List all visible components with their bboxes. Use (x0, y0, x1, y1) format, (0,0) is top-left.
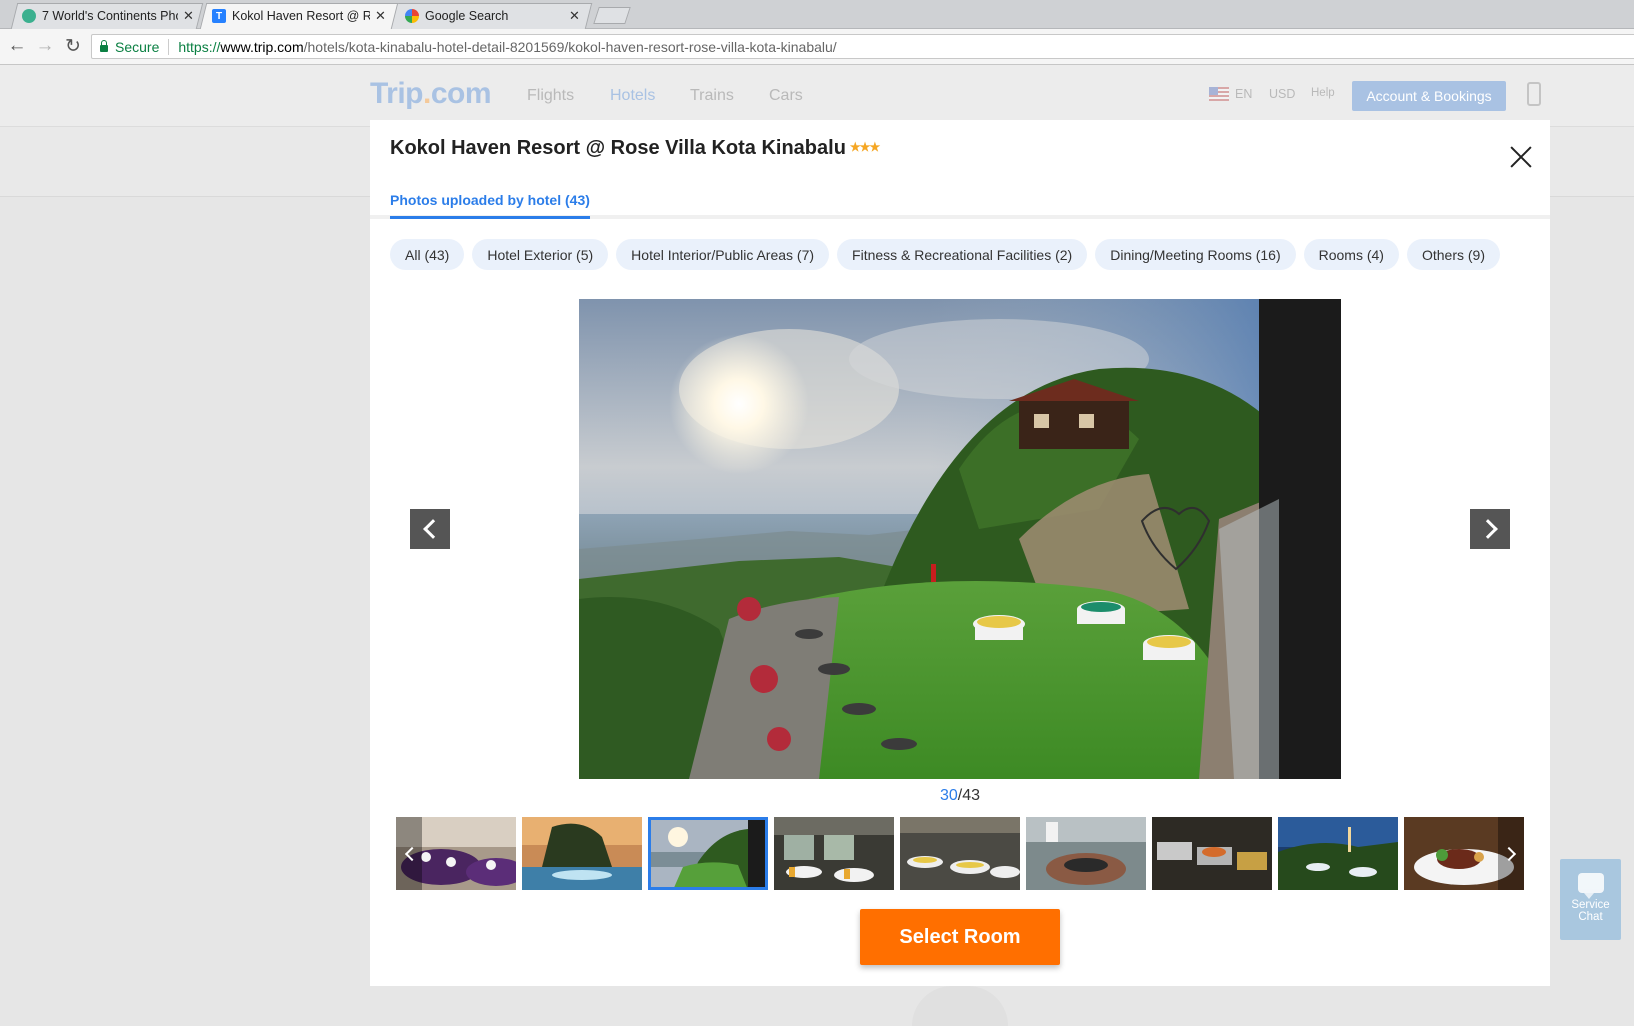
nav-cars[interactable]: Cars (769, 87, 803, 105)
thumbnail-strip (396, 815, 1524, 890)
service-chat-button[interactable]: Service Chat (1560, 859, 1621, 940)
close-icon[interactable] (1506, 142, 1536, 172)
url-scheme: https:// (178, 38, 221, 55)
thumbnail[interactable] (1152, 817, 1272, 890)
round-table-thumb (1026, 817, 1146, 890)
back-arrow-icon[interactable]: ← (6, 35, 28, 57)
thumbnail[interactable] (1278, 817, 1398, 890)
photo-category-filters: All (43) Hotel Exterior (5) Hotel Interi… (390, 239, 1500, 270)
service-chat-line1: Service (1571, 899, 1610, 911)
us-flag-icon (1209, 87, 1229, 101)
filter-chip-all[interactable]: All (43) (390, 239, 465, 270)
green-circle-icon (22, 9, 36, 23)
photo-counter-current: 30 (939, 787, 958, 804)
faded-widget (912, 986, 1008, 1026)
filter-chip-hotel-exterior[interactable]: Hotel Exterior (5) (472, 239, 609, 270)
garden-night-thumb (1278, 817, 1398, 890)
chevron-left-icon (422, 519, 443, 539)
new-tab-button[interactable] (593, 7, 631, 24)
photo-gallery-modal: Kokol Haven Resort @ Rose Villa Kota Kin… (370, 120, 1550, 986)
thumbnails-previous-button[interactable] (396, 817, 422, 890)
browser-tab-kokol-haven[interactable]: T Kokol Haven Resort @ Ro (212, 3, 370, 29)
divider (168, 38, 170, 55)
trip-logo[interactable]: Trip.com (370, 77, 492, 111)
terrace-sunset-photo (579, 299, 1341, 779)
chevron-right-icon (1501, 846, 1516, 861)
browser-tab-bar: 7 World's Continents Pho ✕ T Kokol Haven… (0, 0, 1634, 29)
filter-chip-fitness[interactable]: Fitness & Recreational Facilities (2) (837, 239, 1088, 270)
account-bookings-button[interactable]: Account & Bookings (1352, 81, 1506, 111)
filter-chip-hotel-interior[interactable]: Hotel Interior/Public Areas (7) (616, 239, 830, 270)
language-selector[interactable]: EN (1235, 87, 1252, 101)
close-tab-icon[interactable]: ✕ (375, 8, 386, 24)
pool-dusk-thumb (522, 817, 642, 890)
thumbnail[interactable] (900, 817, 1020, 890)
next-photo-button[interactable] (1470, 509, 1510, 549)
mobile-phone-icon[interactable] (1527, 82, 1541, 106)
currency-selector[interactable]: USD (1269, 87, 1295, 101)
trip-t-icon: T (212, 9, 226, 23)
thumbnail[interactable] (522, 817, 642, 890)
site-header: Trip.com Flights Hotels Trains Cars EN U… (0, 65, 1634, 127)
service-chat-line2: Chat (1578, 911, 1603, 923)
thumbnail[interactable] (774, 817, 894, 890)
logo-dot: . (423, 77, 431, 110)
chevron-right-icon (1477, 519, 1498, 539)
google-g-icon (405, 9, 419, 23)
tab-title: Google Search (425, 9, 509, 23)
hotel-name-heading: Kokol Haven Resort @ Rose Villa Kota Kin… (390, 137, 880, 160)
dining-hall-yellow-thumb (900, 817, 1020, 890)
filter-chip-dining[interactable]: Dining/Meeting Rooms (16) (1095, 239, 1296, 270)
filter-chip-others[interactable]: Others (9) (1406, 239, 1500, 270)
chat-bubble-icon (1577, 873, 1604, 899)
main-photo (579, 299, 1341, 779)
close-tab-icon[interactable]: ✕ (569, 8, 580, 24)
reload-icon[interactable]: ↻ (62, 35, 84, 57)
chevron-left-icon (404, 846, 419, 861)
photo-counter-total: 43 (962, 787, 981, 804)
star-rating-icon: ★★★ (849, 140, 880, 154)
tab-title: 7 World's Continents Pho (42, 9, 178, 23)
select-room-button[interactable]: Select Room (860, 909, 1060, 965)
close-tab-icon[interactable]: ✕ (183, 8, 194, 24)
tab-title: Kokol Haven Resort @ Ro (232, 9, 370, 23)
nav-trains[interactable]: Trains (690, 87, 734, 105)
logo-suffix: com (430, 77, 492, 110)
address-bar[interactable]: Secure https://www.trip.com/hotels/kota-… (91, 34, 1634, 59)
help-link[interactable]: Help (1311, 87, 1335, 99)
previous-photo-button[interactable] (410, 509, 450, 549)
tab-photos-uploaded-by-hotel[interactable]: Photos uploaded by hotel (43) (390, 192, 590, 219)
url-host: www.trip.com (220, 38, 304, 55)
terrace-sunset-thumb (648, 817, 768, 890)
url-path: /hotels/kota-kinabalu-hotel-detail-82015… (303, 38, 837, 55)
thumbnails-next-button[interactable] (1498, 817, 1524, 890)
secure-label: Secure (115, 38, 160, 55)
nav-flights[interactable]: Flights (527, 87, 574, 105)
thumbnail-selected[interactable] (648, 817, 768, 890)
dining-hall-thumb (774, 817, 894, 890)
browser-tab-google-search[interactable]: Google Search (405, 3, 555, 29)
buffet-thumb (1152, 817, 1272, 890)
forward-arrow-icon[interactable]: → (34, 35, 56, 57)
filter-chip-rooms[interactable]: Rooms (4) (1303, 239, 1399, 270)
logo-main: Trip (370, 77, 424, 110)
photo-counter: 30/43 (370, 787, 1550, 805)
hotel-name: Kokol Haven Resort @ Rose Villa Kota Kin… (390, 137, 846, 159)
browser-tab-world-continents[interactable]: 7 World's Continents Pho (22, 3, 178, 29)
browser-toolbar: ← → ↻ Secure https://www.trip.com/hotels… (0, 29, 1634, 65)
lock-icon (100, 40, 108, 52)
thumbnail[interactable] (1026, 817, 1146, 890)
nav-hotels[interactable]: Hotels (610, 87, 655, 105)
